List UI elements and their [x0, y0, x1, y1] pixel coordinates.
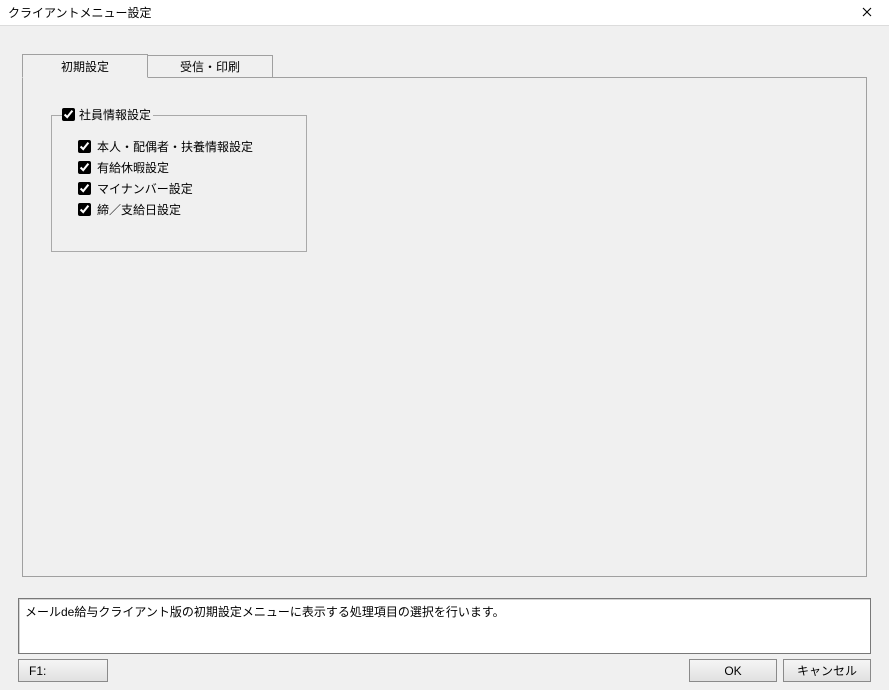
- paid-leave-checkbox[interactable]: [78, 161, 91, 174]
- option-row-closing-payday: 締／支給日設定: [78, 201, 296, 218]
- f1-button-label: F1:: [29, 664, 46, 678]
- personal-info-checkbox[interactable]: [78, 140, 91, 153]
- mynumber-checkbox[interactable]: [78, 182, 91, 195]
- tab-strip: 初期設定 受信・印刷: [22, 54, 272, 78]
- tab-label: 受信・印刷: [180, 58, 240, 75]
- client-area: 初期設定 受信・印刷 社員情報設定 本人・配偶者・扶養情報設定 有給休暇設定: [0, 26, 889, 690]
- cancel-button-label: キャンセル: [797, 662, 857, 679]
- close-icon: [862, 6, 872, 20]
- option-row-mynumber: マイナンバー設定: [78, 180, 296, 197]
- description-text: メールde給与クライアント版の初期設定メニューに表示する処理項目の選択を行います…: [25, 605, 505, 619]
- f1-button[interactable]: F1:: [18, 659, 108, 682]
- closing-payday-checkbox[interactable]: [78, 203, 91, 216]
- employee-info-groupbox: 社員情報設定 本人・配偶者・扶養情報設定 有給休暇設定 マイナンバー設定 締／支…: [51, 106, 307, 252]
- mynumber-label: マイナンバー設定: [97, 180, 193, 197]
- employee-info-master-checkbox[interactable]: [62, 108, 75, 121]
- ok-button-label: OK: [724, 664, 741, 678]
- personal-info-label: 本人・配偶者・扶養情報設定: [97, 138, 253, 155]
- tab-panel-initial-settings: 社員情報設定 本人・配偶者・扶養情報設定 有給休暇設定 マイナンバー設定 締／支…: [22, 77, 867, 577]
- groupbox-legend-label: 社員情報設定: [79, 106, 151, 123]
- option-row-paid-leave: 有給休暇設定: [78, 159, 296, 176]
- tab-initial-settings[interactable]: 初期設定: [22, 54, 148, 78]
- window-close-button[interactable]: [844, 0, 889, 26]
- description-box: メールde給与クライアント版の初期設定メニューに表示する処理項目の選択を行います…: [18, 598, 871, 654]
- closing-payday-label: 締／支給日設定: [97, 201, 181, 218]
- window-title: クライアントメニュー設定: [8, 4, 152, 21]
- ok-button[interactable]: OK: [689, 659, 777, 682]
- tab-label: 初期設定: [61, 58, 109, 75]
- tab-receive-print[interactable]: 受信・印刷: [147, 55, 273, 78]
- paid-leave-label: 有給休暇設定: [97, 159, 169, 176]
- bottom-button-bar: F1: OK キャンセル: [0, 654, 889, 690]
- option-row-personal: 本人・配偶者・扶養情報設定: [78, 138, 296, 155]
- title-bar: クライアントメニュー設定: [0, 0, 889, 26]
- cancel-button[interactable]: キャンセル: [783, 659, 871, 682]
